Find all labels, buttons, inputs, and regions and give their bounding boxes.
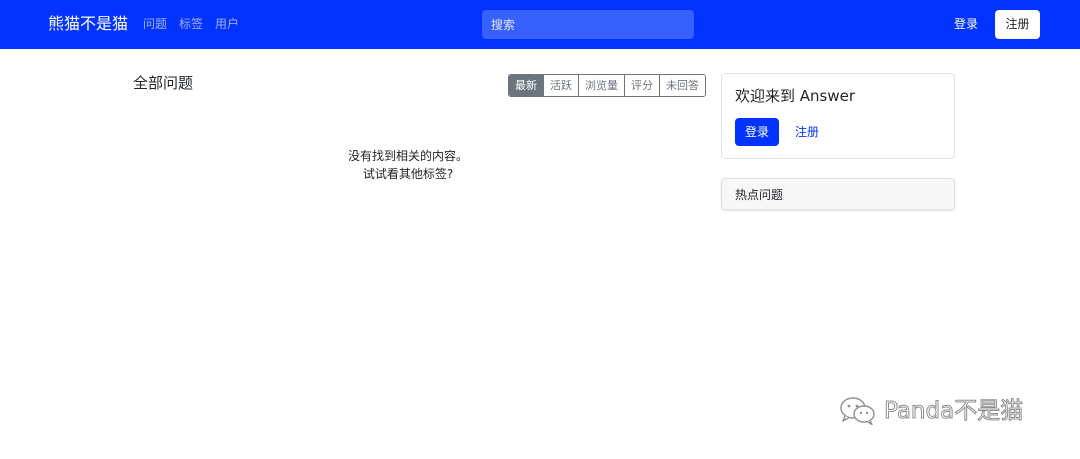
hot-questions-card: 热点问题 <box>721 178 955 210</box>
welcome-card: 欢迎来到 Answer 登录 注册 <box>721 73 955 159</box>
watermark-text: Panda不是猫 <box>883 398 1024 425</box>
watermark: Panda不是猫 <box>838 394 1024 428</box>
site-brand[interactable]: 熊猫不是猫 <box>48 13 128 35</box>
sort-tab-score[interactable]: 评分 <box>624 75 659 96</box>
sort-tab-unanswered[interactable]: 未回答 <box>659 75 705 96</box>
card-login-button[interactable]: 登录 <box>735 118 779 146</box>
top-navbar: 熊猫不是猫 问题 标签 用户 登录 注册 <box>0 0 1080 49</box>
page-title: 全部问题 <box>133 74 194 92</box>
wechat-icon <box>840 397 875 426</box>
hot-questions-title: 热点问题 <box>735 188 784 202</box>
sort-tab-newest[interactable]: 最新 <box>509 75 543 96</box>
nav-signup-button[interactable]: 注册 <box>995 10 1040 39</box>
welcome-title: 欢迎来到 Answer <box>735 87 856 105</box>
empty-state: 没有找到相关的内容。 试试看其他标签? <box>298 147 518 183</box>
sort-tab-active[interactable]: 活跃 <box>543 75 578 96</box>
sort-tab-views[interactable]: 浏览量 <box>578 75 624 96</box>
card-signup-link[interactable]: 注册 <box>795 123 819 141</box>
nav-link-tags[interactable]: 标签 <box>179 15 203 33</box>
sort-tabs: 最新 活跃 浏览量 评分 未回答 <box>508 74 706 97</box>
search-input[interactable] <box>482 10 694 39</box>
nav-link-questions[interactable]: 问题 <box>143 15 167 33</box>
nav-login-link[interactable]: 登录 <box>954 15 978 33</box>
nav-link-users[interactable]: 用户 <box>215 15 239 33</box>
empty-state-message: 没有找到相关的内容。 <box>347 149 468 163</box>
empty-state-hint: 试试看其他标签? <box>362 167 454 181</box>
nav-links: 问题 标签 用户 <box>143 15 239 33</box>
